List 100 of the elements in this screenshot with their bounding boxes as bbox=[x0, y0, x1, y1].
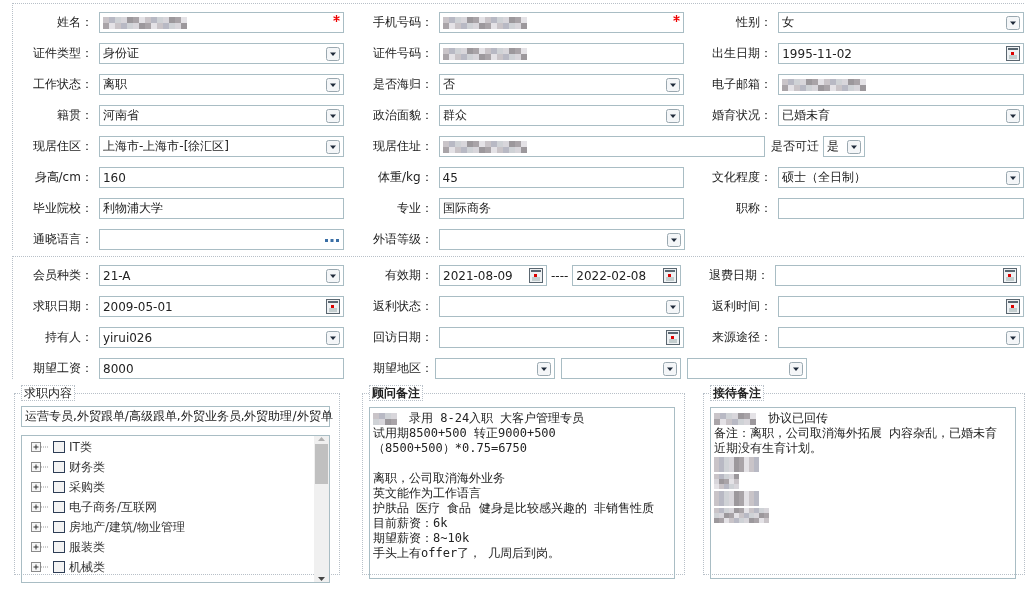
note-line: 离职，公司取消海外业务 bbox=[373, 471, 505, 486]
note-line: 备注：离职，公司取消海外拓展 内容杂乱，已婚未育 bbox=[714, 426, 998, 441]
select-field[interactable] bbox=[561, 358, 681, 379]
date-field[interactable]: 2021-08-09 bbox=[439, 265, 547, 286]
text-field[interactable] bbox=[778, 74, 1024, 95]
dropdown-icon bbox=[325, 46, 340, 61]
field-label: 现居住区： bbox=[32, 138, 94, 155]
field-label: 来源途径： bbox=[711, 329, 774, 346]
field-label: 籍贯： bbox=[55, 107, 94, 124]
field-label: 有效期： bbox=[384, 267, 434, 284]
tree-item-label[interactable]: 财务类 bbox=[69, 458, 105, 476]
field-label: 现居住址： bbox=[372, 138, 434, 155]
select-field[interactable]: 上海市-上海市-[徐汇区] bbox=[99, 136, 344, 157]
select-field[interactable]: 已婚未育 bbox=[778, 105, 1024, 126]
field-label: 回访日期： bbox=[371, 329, 434, 346]
tree-item-label[interactable]: 采购类 bbox=[69, 478, 105, 496]
date-field[interactable] bbox=[778, 296, 1024, 317]
select-field[interactable] bbox=[435, 358, 555, 379]
section-legend: 顾问备注 bbox=[369, 385, 423, 401]
tree-item-label[interactable]: 房地产/建筑/物业管理 bbox=[69, 518, 186, 536]
calendar-icon bbox=[529, 268, 543, 283]
select-field[interactable]: 身份证 bbox=[98, 43, 344, 64]
field-label: 文化程度： bbox=[711, 169, 774, 186]
field-label: 手机号码： bbox=[371, 14, 434, 31]
select-field[interactable] bbox=[438, 296, 685, 317]
dropdown-icon bbox=[1006, 15, 1020, 30]
field-label: 返利时间： bbox=[711, 298, 774, 315]
select-field[interactable]: yirui026 bbox=[98, 327, 344, 348]
date-field[interactable]: 2009-05-01 bbox=[98, 296, 344, 317]
checkbox[interactable] bbox=[53, 461, 65, 473]
text-field[interactable] bbox=[98, 12, 344, 33]
field-label: 会员种类： bbox=[32, 267, 94, 284]
section-legend: 求职内容 bbox=[21, 385, 75, 401]
dropdown-icon bbox=[325, 108, 340, 123]
dropdown-icon bbox=[1006, 170, 1020, 185]
select-field[interactable]: 硕士（全日制） bbox=[778, 167, 1024, 188]
select-field[interactable] bbox=[687, 358, 807, 379]
text-field[interactable] bbox=[438, 43, 685, 64]
checkbox[interactable] bbox=[53, 521, 65, 533]
field-label: 专业： bbox=[395, 200, 434, 217]
text-field[interactable] bbox=[438, 12, 685, 33]
text-field[interactable]: 利物浦大学 bbox=[98, 198, 344, 219]
field-label: 期望地区： bbox=[372, 360, 434, 377]
field-label: 证件号码： bbox=[371, 45, 434, 62]
date-field[interactable]: 2022-02-08 bbox=[572, 265, 682, 286]
field-label: 退费日期： bbox=[708, 267, 771, 284]
dropdown-icon bbox=[666, 299, 681, 314]
tree-item-label[interactable]: 机械类 bbox=[69, 558, 105, 576]
checkbox[interactable] bbox=[53, 441, 65, 453]
field-label: 婚育状况： bbox=[711, 107, 774, 124]
tree-item-label[interactable]: IT类 bbox=[69, 438, 92, 456]
select-field[interactable] bbox=[439, 229, 685, 250]
dropdown-icon bbox=[325, 77, 340, 92]
select-field[interactable]: 21-A bbox=[99, 265, 344, 286]
select-field[interactable]: 群众 bbox=[438, 105, 685, 126]
select-field[interactable]: 离职 bbox=[98, 74, 344, 95]
text-field[interactable]: 8000 bbox=[99, 358, 344, 379]
calendar-icon bbox=[325, 299, 340, 314]
text-field[interactable]: 160 bbox=[98, 167, 344, 188]
note-line: （8500+500）*0.75=6750 bbox=[373, 441, 528, 456]
reception-notes-area[interactable]: 协议已回传 备注：离职，公司取消海外拓展 内容杂乱，已婚未育 近期没有生育计划。 bbox=[710, 407, 1016, 579]
field-label: 出生日期： bbox=[711, 45, 774, 62]
select-field[interactable]: 女 bbox=[778, 12, 1024, 33]
field-label: 电子邮箱： bbox=[711, 76, 774, 93]
select-field[interactable]: 否 bbox=[438, 74, 685, 95]
dropdown-icon bbox=[537, 361, 551, 376]
select-field[interactable] bbox=[778, 327, 1024, 348]
select-field[interactable]: 是 bbox=[823, 136, 865, 157]
date-field[interactable]: 1995-11-02 bbox=[778, 43, 1024, 64]
date-field[interactable] bbox=[775, 265, 1022, 286]
dropdown-icon bbox=[326, 139, 340, 154]
picker-field[interactable] bbox=[99, 229, 344, 250]
dropdown-icon bbox=[666, 108, 681, 123]
range-separator: ---- bbox=[551, 268, 569, 283]
select-field[interactable]: 河南省 bbox=[98, 105, 344, 126]
field-label: 性别： bbox=[735, 14, 774, 31]
checkbox[interactable] bbox=[53, 541, 65, 553]
note-line: 英文能作为工作语言 bbox=[373, 486, 481, 501]
checkbox[interactable] bbox=[53, 501, 65, 513]
text-field[interactable]: 45 bbox=[438, 167, 685, 188]
calendar-icon bbox=[1006, 46, 1020, 61]
dropdown-icon bbox=[847, 139, 861, 154]
field-label: 工作状态： bbox=[31, 76, 94, 93]
checkbox[interactable] bbox=[53, 561, 65, 573]
text-field[interactable] bbox=[778, 198, 1024, 219]
ellipsis-icon bbox=[324, 236, 340, 243]
consultant-notes-area[interactable]: 录用 8-24入职 大客户管理专员 试用期8500+500 转正9000+500 （8500+500）*0.75=6750 离职，公司取消海外业务 英文能作为工作语言 护肤品 医疗 食品 健身是比较感兴趣的 非销售性质 目前薪资：6k 期望薪资：8~10k 手头上有offer了， 几周后到岗。 bbox=[369, 407, 675, 579]
scrollbar[interactable] bbox=[314, 436, 329, 582]
checkbox[interactable] bbox=[53, 481, 65, 493]
field-label: 是否可迁 bbox=[770, 138, 820, 155]
tree-item-label[interactable]: 电子商务/互联网 bbox=[69, 498, 158, 516]
text-field[interactable] bbox=[439, 136, 765, 157]
dropdown-icon bbox=[663, 361, 677, 376]
note-line: 护肤品 医疗 食品 健身是比较感兴趣的 非销售性质 bbox=[373, 501, 654, 516]
tree-item-label[interactable]: 服装类 bbox=[69, 538, 105, 556]
date-field[interactable] bbox=[438, 327, 685, 348]
field-label: 持有人： bbox=[43, 329, 94, 346]
text-field[interactable]: 国际商务 bbox=[438, 198, 685, 219]
field-label: 求职日期： bbox=[31, 298, 94, 315]
scrollbar-thumb[interactable] bbox=[315, 444, 328, 484]
